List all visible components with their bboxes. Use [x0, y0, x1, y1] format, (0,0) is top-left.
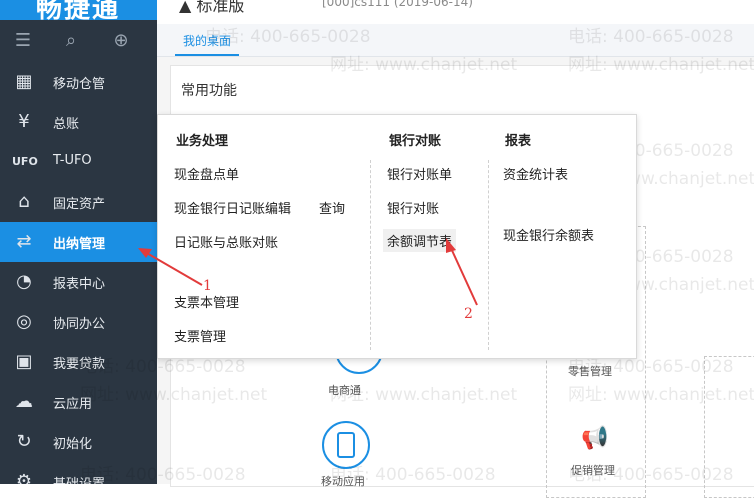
- warehouse-icon: ▦: [15, 71, 33, 92]
- megaphone-icon: 📢: [581, 426, 609, 451]
- tile-ecommerce[interactable]: 电商通: [328, 382, 361, 398]
- menu-item-cash-bank-balance[interactable]: 现金银行余额表: [503, 225, 594, 244]
- sidebar-item-loan[interactable]: ▣ 我要贷款: [0, 342, 157, 382]
- sidebar-item-cashier[interactable]: ⇄ 出纳管理: [0, 222, 157, 262]
- loan-icon: ▣: [15, 351, 33, 372]
- pie-chart-icon: ◔: [16, 271, 32, 292]
- menu-item-query[interactable]: 查询: [319, 198, 345, 217]
- menu-item-journal-edit[interactable]: 现金银行日记账编辑: [174, 198, 291, 217]
- app-logo: 畅捷通: [0, 0, 157, 24]
- annotation-number-one: 1: [203, 278, 212, 294]
- menu-item-fund-statistics[interactable]: 资金统计表: [503, 164, 568, 183]
- cashier-submenu-popup: 业务处理 现金盘点单 现金银行日记账编辑 查询 日记账与总账对账 支票本管理 支…: [157, 114, 637, 359]
- section-title: 常用功能: [181, 83, 237, 99]
- sidebar-item-initialize[interactable]: ↻ 初始化: [0, 422, 157, 462]
- column-divider: [370, 160, 371, 350]
- sidebar-item-cloud-apps[interactable]: ☁ 云应用: [0, 382, 157, 422]
- menu-item-checkbook-manage[interactable]: 支票本管理: [174, 292, 239, 311]
- cashier-icon: ⇄: [16, 231, 32, 252]
- tile-mobile-app[interactable]: 移动应用: [321, 473, 365, 489]
- settings-gear-icon: ⚙: [15, 471, 33, 484]
- menu-column-business: 业务处理: [176, 134, 229, 149]
- bank-building-icon: ⌂: [18, 191, 30, 212]
- edition-label: 标准版: [196, 0, 245, 15]
- account-info: [000]cs111 (2019-06-14): [322, 0, 473, 9]
- sidebar-item-general-ledger[interactable]: ¥ 总账: [0, 102, 157, 142]
- sidebar: 畅捷通 ☰ ⌕ ⊕ ▦ 移动仓管 ¥ 总账 UFO T-UFO ⌂ 固定资产 ⇄…: [0, 0, 157, 484]
- tile-promotion[interactable]: 促销管理: [571, 462, 615, 478]
- sidebar-item-report-center[interactable]: ◔ 报表中心: [0, 262, 157, 302]
- ufo-report-icon: UFO: [12, 155, 38, 168]
- menu-column-bank-reconcile: 银行对账: [389, 134, 442, 149]
- top-bar: ▲ 标准版 [000]cs111 (2019-06-14): [157, 0, 754, 24]
- sidebar-toolbar: ☰ ⌕ ⊕: [0, 22, 157, 64]
- menu-toggle-icon[interactable]: ☰: [12, 30, 34, 52]
- tab-my-desktop[interactable]: 我的桌面: [175, 32, 240, 56]
- menu-column-reports: 报表: [505, 134, 532, 149]
- edition-title: ▲ 标准版: [179, 0, 244, 16]
- add-favorite-icon[interactable]: ⊕: [110, 30, 132, 52]
- sidebar-item-label: T-UFO: [53, 153, 92, 168]
- sidebar-item-label: 协同办公: [53, 317, 106, 332]
- menu-item-journal-ledger-reconcile[interactable]: 日记账与总账对账: [174, 232, 278, 251]
- menu-item-bank-reconcile[interactable]: 银行对账: [387, 198, 439, 217]
- tile-retail[interactable]: 零售管理: [568, 363, 612, 379]
- empty-tile-box: [704, 356, 754, 498]
- column-divider: [488, 160, 489, 350]
- sidebar-item-label: 初始化: [53, 437, 93, 452]
- sidebar-item-label: 云应用: [53, 397, 93, 412]
- menu-item-bank-statement[interactable]: 银行对账单: [387, 164, 452, 183]
- tab-bar: 我的桌面: [157, 24, 754, 57]
- sidebar-item-mobile-warehouse[interactable]: ▦ 移动仓管: [0, 62, 157, 102]
- init-icon: ↻: [16, 431, 32, 452]
- sidebar-item-label: 我要贷款: [53, 357, 106, 372]
- annotation-number-two: 2: [464, 306, 473, 322]
- menu-item-check-manage[interactable]: 支票管理: [174, 326, 226, 345]
- sidebar-item-label: 总账: [53, 117, 80, 132]
- sidebar-item-label: 移动仓管: [53, 77, 106, 92]
- sidebar-item-label: 出纳管理: [53, 237, 106, 252]
- sidebar-item-collaboration[interactable]: ◎ 协同办公: [0, 302, 157, 342]
- sidebar-item-fixed-assets[interactable]: ⌂ 固定资产: [0, 182, 157, 222]
- sidebar-item-label: 报表中心: [53, 277, 106, 292]
- collaboration-icon: ◎: [16, 311, 32, 332]
- menu-item-balance-adjustment[interactable]: 余额调节表: [383, 229, 457, 252]
- sidebar-item-label: 固定资产: [53, 197, 106, 212]
- ledger-icon: ¥: [18, 111, 30, 132]
- menu-item-cash-count[interactable]: 现金盘点单: [174, 164, 239, 183]
- sidebar-item-label: 基础设置: [53, 473, 105, 484]
- cloud-icon: ☁: [15, 391, 33, 412]
- sidebar-item-basic-settings[interactable]: ⚙ 基础设置: [0, 462, 157, 484]
- sidebar-item-t-ufo[interactable]: UFO T-UFO: [0, 142, 157, 182]
- search-icon[interactable]: ⌕: [60, 30, 82, 52]
- mobile-app-icon[interactable]: [322, 421, 370, 469]
